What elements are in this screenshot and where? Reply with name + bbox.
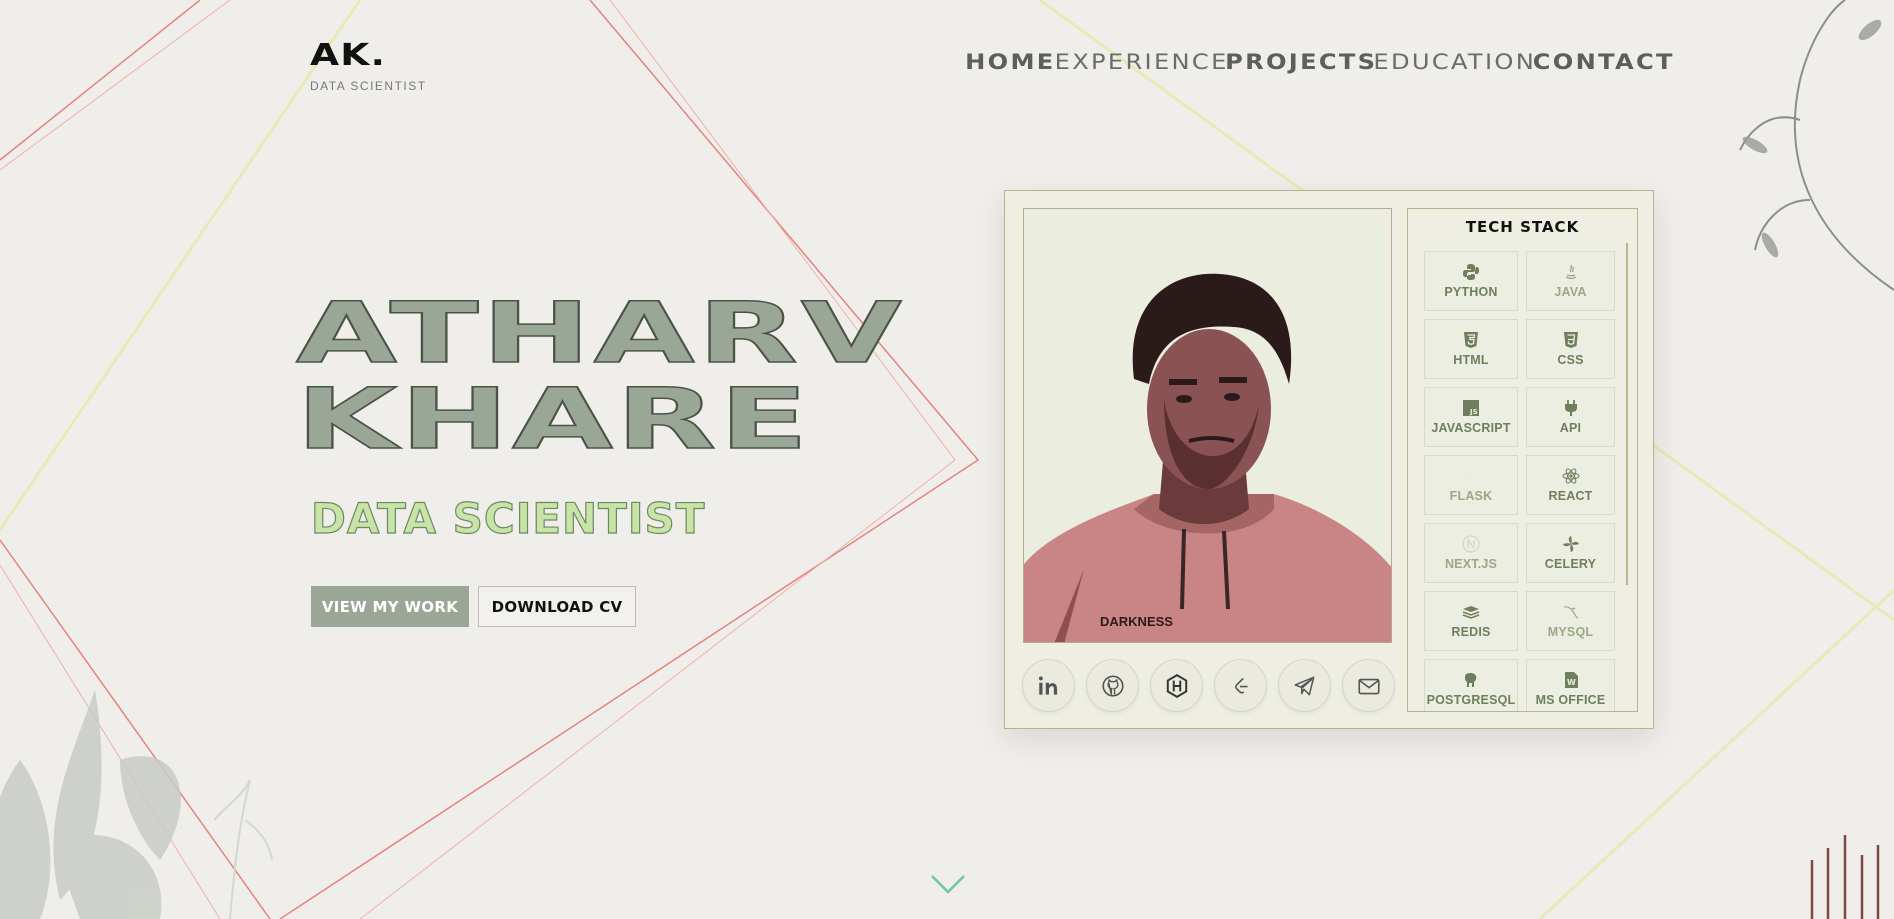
svg-text:JS: JS [1469, 408, 1478, 416]
tech-label: API [1559, 421, 1582, 435]
tech-item-flask[interactable]: FLASK [1424, 455, 1518, 515]
hero-name: ATHARV KHARE [295, 284, 905, 468]
leetcode-link[interactable] [1214, 659, 1267, 712]
tech-item-redis[interactable]: REDIS [1424, 591, 1518, 651]
html-icon [1464, 332, 1478, 348]
tech-label: JAVA [1554, 285, 1587, 299]
tech-label: MS OFFICE [1535, 693, 1606, 707]
ms-office-icon: W [1564, 672, 1578, 688]
hashnode-icon [1166, 673, 1187, 698]
tech-label: FLASK [1449, 489, 1493, 503]
tech-label: PYTHON [1444, 285, 1498, 299]
telegram-icon [1293, 676, 1314, 695]
github-icon [1101, 674, 1124, 697]
javascript-icon: JS [1463, 400, 1479, 416]
nav-experience[interactable]: EXPERIENCE [1055, 50, 1229, 74]
tech-label: JAVASCRIPT [1431, 421, 1511, 435]
portrait-illustration: DARKNESS [1024, 209, 1391, 642]
nav-education[interactable]: EDUCATION [1373, 50, 1536, 74]
download-cv-button[interactable]: DOWNLOAD CV [478, 586, 636, 627]
brand-logo[interactable]: AK. DATA SCIENTIST [310, 38, 427, 93]
shirt-text: DARKNESS [1100, 614, 1173, 629]
tech-item-html[interactable]: HTML [1424, 319, 1518, 379]
tech-item-python[interactable]: PYTHON [1424, 251, 1518, 311]
hero-first-name: ATHARV [295, 284, 905, 382]
hero-role: DATA SCIENTIST [310, 493, 706, 543]
email-link[interactable] [1342, 659, 1395, 712]
tech-item-css[interactable]: CSS [1526, 319, 1615, 379]
tech-item-postgresql[interactable]: POSTGRESQL [1424, 659, 1518, 711]
tech-label: REDIS [1451, 625, 1491, 639]
tech-label: REACT [1548, 489, 1593, 503]
hashnode-link[interactable] [1150, 659, 1203, 712]
logo-subtitle: DATA SCIENTIST [310, 79, 427, 93]
hero-last-name: KHARE [295, 370, 812, 468]
tech-stack-panel[interactable]: TECH STACK PYTHON JAVA HTML CSS JS JAVAS… [1407, 208, 1638, 712]
scroll-down-chevron-icon[interactable] [930, 873, 966, 895]
tech-item-react[interactable]: REACT [1526, 455, 1615, 515]
tech-label: CSS [1557, 353, 1584, 367]
nextjs-icon [1462, 535, 1480, 553]
tech-label: MYSQL [1547, 625, 1594, 639]
react-icon [1562, 468, 1579, 484]
view-my-work-button[interactable]: VIEW MY WORK [311, 586, 469, 627]
svg-text:W: W [1567, 678, 1576, 687]
linkedin-icon [1038, 675, 1057, 695]
tech-item-java[interactable]: JAVA [1526, 251, 1615, 311]
profile-photo: DARKNESS [1023, 208, 1392, 643]
mysql-icon [1563, 606, 1578, 619]
nav-home[interactable]: HOME [965, 50, 1055, 74]
tech-item-celery[interactable]: CELERY [1526, 523, 1615, 583]
java-icon [1565, 264, 1576, 280]
tech-item-nextjs[interactable]: NEXT.JS [1424, 523, 1518, 583]
nav-projects[interactable]: PROJECTS [1225, 50, 1377, 74]
tech-stack-grid: PYTHON JAVA HTML CSS JS JAVASCRIPT API F… [1424, 251, 1620, 711]
tech-stack-title: TECH STACK [1465, 218, 1580, 236]
tech-item-ms-office[interactable]: W MS OFFICE [1526, 659, 1615, 711]
linkedin-link[interactable] [1022, 659, 1075, 712]
tech-label: HTML [1453, 353, 1489, 367]
github-link[interactable] [1086, 659, 1139, 712]
postgresql-icon [1464, 672, 1477, 687]
celery-icon [1562, 536, 1579, 552]
profile-card: DARKNESS TECH STACK PYTHON JAVA HTML CSS… [1004, 190, 1654, 729]
redis-icon [1462, 606, 1480, 619]
css-icon [1563, 332, 1578, 348]
logo-mark: AK. [310, 38, 387, 73]
leetcode-icon [1234, 677, 1247, 694]
tech-item-javascript[interactable]: JS JAVASCRIPT [1424, 387, 1518, 447]
mail-icon [1357, 678, 1380, 694]
social-links [1022, 659, 1395, 712]
python-icon [1463, 264, 1479, 280]
tech-item-mysql[interactable]: MYSQL [1526, 591, 1615, 651]
tech-item-api[interactable]: API [1526, 387, 1615, 447]
api-plug-icon [1564, 400, 1577, 416]
tech-label: CELERY [1544, 557, 1597, 571]
nav-contact[interactable]: CONTACT [1533, 50, 1675, 74]
tech-label: NEXT.JS [1444, 557, 1498, 571]
tech-stack-scrollbar[interactable] [1626, 243, 1628, 585]
flask-icon [1466, 471, 1477, 481]
main-nav: HOME EXPERIENCE PROJECTS EDUCATION CONTA… [965, 50, 1673, 74]
telegram-link[interactable] [1278, 659, 1331, 712]
tech-label: POSTGRESQL [1426, 693, 1516, 707]
